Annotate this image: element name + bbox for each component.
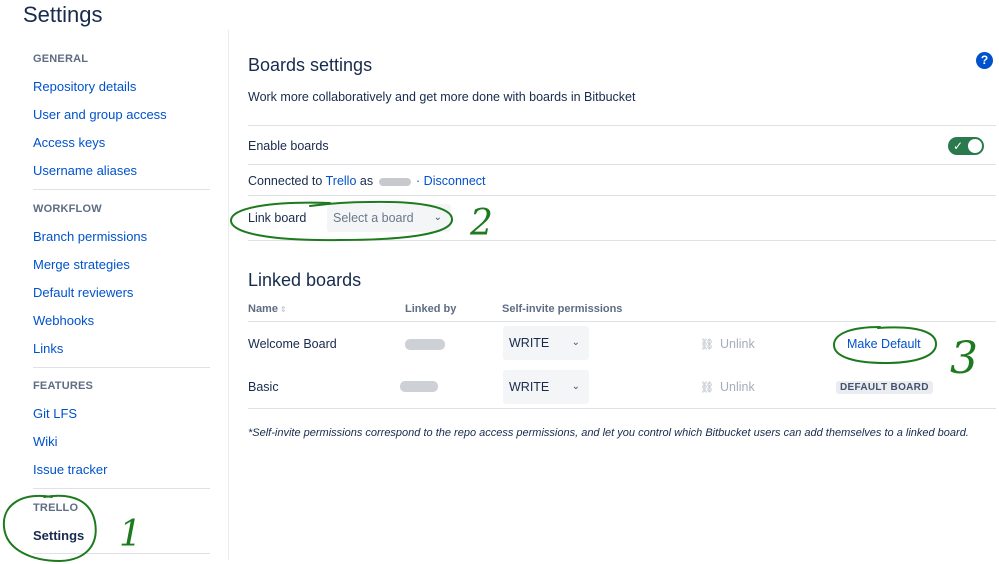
- column-header-permissions: Self-invite permissions: [502, 303, 623, 315]
- divider: [248, 408, 996, 409]
- boards-settings-title: Boards settings: [248, 55, 373, 75]
- sidebar-item-default-reviewers[interactable]: Default reviewers: [33, 285, 133, 300]
- main-content: Boards settings ? Work more collaborativ…: [248, 0, 996, 564]
- sidebar-item-trello-settings[interactable]: Settings: [33, 528, 84, 543]
- column-header-name-label: Name: [248, 303, 278, 315]
- redacted-linked-by: [400, 381, 438, 392]
- unlink-button[interactable]: ⛓ Unlink: [700, 337, 755, 351]
- sidebar-heading-trello: TRELLO: [33, 502, 79, 514]
- enable-boards-label: Enable boards: [248, 139, 329, 153]
- unlink-label: Unlink: [719, 337, 755, 351]
- sidebar-divider: [33, 189, 210, 190]
- sidebar-divider: [33, 553, 210, 554]
- link-board-placeholder: Select a board: [333, 211, 414, 225]
- chevron-down-icon: ⌄: [433, 212, 442, 223]
- default-board-badge: DEFAULT BOARD: [836, 381, 933, 394]
- column-header-name[interactable]: Name ⇕: [248, 303, 287, 315]
- trello-link[interactable]: Trello: [326, 174, 357, 188]
- sidebar-item-branch-permissions[interactable]: Branch permissions: [33, 229, 147, 244]
- board-name: Welcome Board: [248, 337, 337, 351]
- divider: [248, 125, 996, 126]
- sidebar-item-repository-details[interactable]: Repository details: [33, 79, 136, 94]
- check-icon: ✓: [953, 139, 964, 153]
- link-board-select[interactable]: Select a board ⌄: [327, 204, 451, 232]
- sidebar-item-user-group-access[interactable]: User and group access: [33, 107, 167, 122]
- sidebar-item-links[interactable]: Links: [33, 341, 63, 356]
- link-icon: ⛓: [700, 382, 714, 394]
- sidebar-item-username-aliases[interactable]: Username aliases: [33, 163, 137, 178]
- make-default-button[interactable]: Make Default: [847, 337, 921, 351]
- column-header-linked-by: Linked by: [405, 303, 457, 315]
- disconnect-link[interactable]: · Disconnect: [416, 174, 485, 188]
- permission-value: WRITE: [509, 336, 550, 350]
- divider: [248, 164, 996, 165]
- unlink-label: Unlink: [719, 380, 755, 394]
- connection-status: Connected to Trello as · Disconnect: [248, 174, 486, 188]
- sidebar-divider: [33, 488, 210, 489]
- board-name: Basic: [248, 380, 279, 394]
- link-icon: ⛓: [700, 339, 714, 351]
- redacted-linked-by: [405, 339, 445, 350]
- annotation-number-1: 1: [119, 514, 142, 555]
- permissions-footnote: *Self-invite permissions correspond to t…: [248, 427, 969, 439]
- boards-settings-description: Work more collaboratively and get more d…: [248, 90, 636, 104]
- page-title: Settings: [23, 2, 103, 27]
- permission-select[interactable]: WRITE ⌄: [503, 326, 589, 360]
- sidebar-item-wiki[interactable]: Wiki: [33, 434, 58, 449]
- sort-icon: ⇕: [279, 305, 287, 314]
- sidebar-item-merge-strategies[interactable]: Merge strategies: [33, 257, 130, 272]
- divider: [248, 195, 996, 196]
- sidebar-item-access-keys[interactable]: Access keys: [33, 135, 105, 150]
- permission-value: WRITE: [509, 380, 550, 394]
- sidebar-heading-general: GENERAL: [33, 53, 89, 65]
- sidebar-item-git-lfs[interactable]: Git LFS: [33, 406, 77, 421]
- unlink-button[interactable]: ⛓ Unlink: [700, 380, 755, 394]
- sidebar-heading-workflow: WORKFLOW: [33, 203, 102, 215]
- link-board-label: Link board: [248, 211, 307, 225]
- sidebar-heading-features: FEATURES: [33, 380, 94, 392]
- sidebar-divider: [33, 367, 210, 368]
- redacted-username: [378, 177, 411, 186]
- sidebar-item-webhooks[interactable]: Webhooks: [33, 313, 94, 328]
- sidebar-separator: [228, 30, 229, 560]
- divider: [248, 240, 996, 241]
- connected-as: as: [356, 174, 377, 188]
- linked-boards-title: Linked boards: [248, 270, 362, 290]
- chevron-down-icon: ⌄: [571, 381, 580, 392]
- connected-prefix: Connected to: [248, 174, 326, 188]
- enable-boards-toggle[interactable]: ✓: [948, 137, 984, 155]
- permission-select[interactable]: WRITE ⌄: [503, 370, 589, 404]
- sidebar-item-issue-tracker[interactable]: Issue tracker: [33, 462, 107, 477]
- chevron-down-icon: ⌄: [571, 337, 580, 348]
- toggle-knob: [968, 139, 982, 153]
- divider: [248, 321, 996, 322]
- help-icon[interactable]: ?: [976, 52, 993, 69]
